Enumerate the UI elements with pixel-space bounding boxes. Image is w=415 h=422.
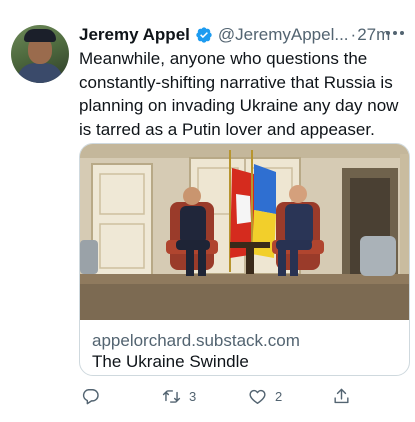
card-domain: appelorchard.substack.com	[92, 331, 300, 350]
like-count: 2	[275, 388, 283, 404]
more-options-icon[interactable]	[383, 22, 407, 44]
author-name[interactable]: Jeremy Appel	[79, 25, 190, 45]
reply-button[interactable]	[81, 385, 108, 407]
tweet-actions: 3 2	[78, 385, 378, 407]
tweet[interactable]: Jeremy Appel @JeremyAppel... · 27m Meanw…	[0, 0, 415, 422]
retweet-button[interactable]: 3	[162, 385, 196, 407]
reply-icon	[82, 388, 99, 404]
share-button[interactable]	[332, 385, 351, 407]
avatar-cap	[24, 29, 56, 42]
author-handle[interactable]: @JeremyAppel...	[218, 25, 349, 45]
avatar[interactable]	[11, 25, 69, 83]
retweet-icon	[162, 389, 181, 403]
link-card[interactable]: appelorchard.substack.com The Ukraine Sw…	[79, 143, 410, 376]
retweet-count: 3	[189, 388, 197, 404]
avatar-shirt	[17, 63, 63, 83]
more-dot	[393, 31, 397, 35]
share-icon	[334, 388, 349, 403]
tweet-text: Meanwhile, anyone who questions the cons…	[79, 49, 399, 139]
card-title: The Ukraine Swindle	[92, 352, 249, 371]
like-button[interactable]: 2	[248, 385, 282, 407]
verified-badge-icon	[196, 27, 212, 43]
more-dot	[400, 31, 404, 35]
tweet-header: Jeremy Appel @JeremyAppel... · 27m	[79, 24, 409, 46]
card-image	[80, 144, 409, 320]
more-dot	[386, 31, 390, 35]
header-separator: ·	[350, 25, 357, 44]
heart-icon	[249, 389, 266, 404]
